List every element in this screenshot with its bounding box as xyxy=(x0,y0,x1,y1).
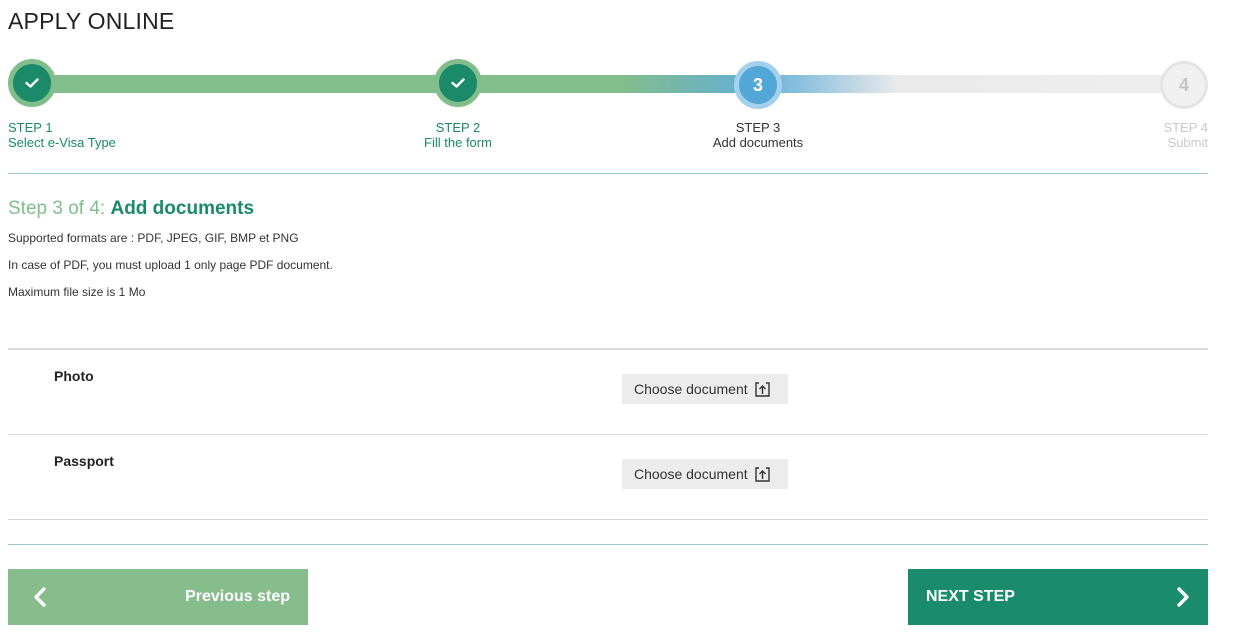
step-1-name: Select e-Visa Type xyxy=(8,135,116,150)
chevron-left-icon xyxy=(34,587,46,607)
progress-track-completed xyxy=(32,75,458,93)
divider xyxy=(8,519,1208,520)
divider xyxy=(8,173,1208,174)
choose-passport-button[interactable]: Choose document xyxy=(622,459,788,489)
step-4-number: 4 xyxy=(1178,74,1189,95)
step-1-label: STEP 1 Select e-Visa Type xyxy=(8,120,116,150)
step-2-caption: STEP 2 xyxy=(435,120,481,135)
step-3-label: STEP 3 Add documents xyxy=(658,120,858,150)
step-1-circle[interactable] xyxy=(8,59,56,107)
check-icon xyxy=(451,78,465,88)
step-2-label: STEP 2 Fill the form xyxy=(358,120,558,150)
upload-icon xyxy=(754,381,770,397)
step-1-caption: STEP 1 xyxy=(8,120,53,135)
page-title: APPLY ONLINE xyxy=(8,8,175,34)
divider xyxy=(8,544,1208,545)
step-4-name: Submit xyxy=(1167,135,1208,150)
step-4-label: STEP 4 Submit xyxy=(1008,120,1208,150)
next-step-label: NEXT STEP xyxy=(926,588,1015,605)
info-max-size: Maximum file size is 1 Mo xyxy=(8,285,146,299)
step-4-circle: 4 xyxy=(1160,61,1208,109)
section-step-prefix: Step 3 of 4: xyxy=(8,198,106,219)
next-step-button[interactable]: NEXT STEP xyxy=(908,569,1208,625)
step-3-number: 3 xyxy=(752,74,763,95)
progress-track-remaining xyxy=(758,75,1184,93)
divider xyxy=(8,348,1208,350)
step-3-circle: 3 xyxy=(734,61,782,109)
progress-track-transition xyxy=(458,75,758,93)
info-supported-formats: Supported formats are : PDF, JPEG, GIF, … xyxy=(8,231,299,245)
divider xyxy=(8,434,1208,435)
section-title: Add documents xyxy=(110,198,255,219)
passport-label: Passport xyxy=(54,453,114,469)
choose-photo-button[interactable]: Choose document xyxy=(622,374,788,404)
photo-label: Photo xyxy=(54,368,94,384)
upload-icon xyxy=(754,466,770,482)
info-pdf-rule: In case of PDF, you must upload 1 only p… xyxy=(8,258,333,272)
choose-photo-label: Choose document xyxy=(634,381,748,397)
previous-step-label: Previous step xyxy=(185,588,290,605)
check-icon xyxy=(25,78,39,88)
step-2-name: Fill the form xyxy=(424,135,492,150)
chevron-right-icon xyxy=(1177,587,1189,607)
step-3-name: Add documents xyxy=(712,135,804,150)
choose-passport-label: Choose document xyxy=(634,466,748,482)
previous-step-button[interactable]: Previous step xyxy=(8,569,308,625)
step-4-caption: STEP 4 xyxy=(1163,120,1208,135)
section-heading: Step 3 of 4: Add documents xyxy=(8,198,254,220)
step-3-caption: STEP 3 xyxy=(735,120,781,135)
step-2-circle[interactable] xyxy=(434,59,482,107)
